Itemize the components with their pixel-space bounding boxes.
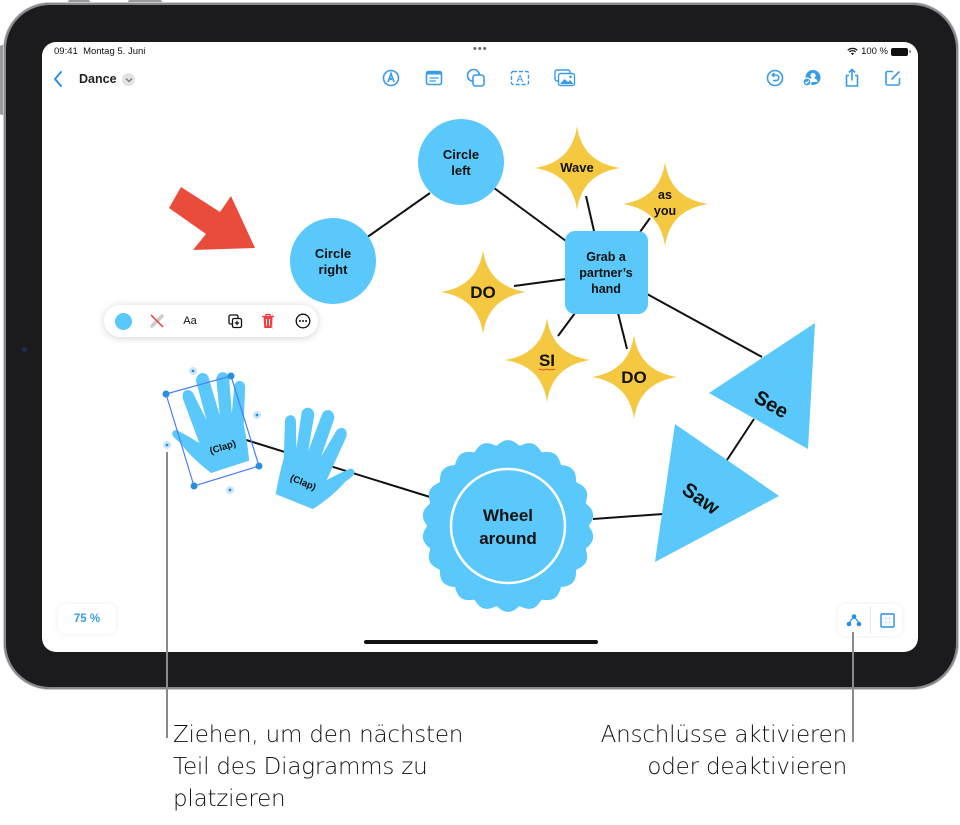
shape-context-menu: Aa <box>104 305 318 337</box>
si-label: SI <box>539 351 555 370</box>
shape-triangle-see[interactable]: See <box>709 323 815 449</box>
callout-right-line1: Anschlüsse aktivieren <box>600 722 848 748</box>
duplicate-icon <box>227 313 242 328</box>
grid-toggle-button[interactable] <box>871 604 903 636</box>
callout-left-line2: Teil des Diagramms zu <box>173 754 428 780</box>
shape-triangle-saw[interactable]: Saw <box>655 424 779 562</box>
shape-star-si[interactable]: SI <box>505 318 590 402</box>
ellipsis-circle-icon <box>295 313 311 329</box>
shape-star-do-2[interactable]: DO <box>592 335 677 419</box>
wave-label: Wave <box>560 160 593 175</box>
connector-see-saw[interactable] <box>726 418 755 461</box>
callout-right: Anschlüsse aktivieren oder deaktivieren <box>600 719 848 783</box>
connector-as-you-grab[interactable] <box>639 217 651 233</box>
trash-icon <box>262 313 274 328</box>
connection-nodes-icon <box>846 614 862 627</box>
resize-handle-br[interactable] <box>255 462 263 470</box>
as-you-line2: you <box>654 204 676 218</box>
color-swatch-icon <box>114 312 132 330</box>
resize-handle-bl[interactable] <box>190 482 198 490</box>
connector-wave-grab[interactable] <box>585 195 595 232</box>
do-1-label: DO <box>470 283 496 302</box>
delete-button[interactable] <box>258 311 278 331</box>
shape-star-wave[interactable]: Wave <box>535 126 620 210</box>
wheel-line2: around <box>479 529 537 548</box>
resize-handle-tr[interactable] <box>227 372 235 380</box>
freeform-screen: 09:41 Montag 5. Juni ••• 100 % Dance A C… <box>42 42 918 652</box>
shape-wheel-around[interactable]: Wheel around <box>422 440 594 612</box>
shape-circle-left[interactable]: Circle left <box>418 119 504 205</box>
view-controls <box>838 604 902 636</box>
leader-line-left <box>166 452 168 738</box>
board-canvas[interactable]: Circle left Circle right Grab a partner’… <box>42 42 918 652</box>
grab-line2: partner’s <box>579 266 633 280</box>
connector-do2-grab[interactable] <box>617 312 628 350</box>
resize-handle-tl[interactable] <box>162 390 170 398</box>
no-stroke-icon <box>150 314 164 328</box>
fill-color-button[interactable] <box>113 311 133 331</box>
grab-line1: Grab a <box>586 250 627 264</box>
connector-saw-wheel[interactable] <box>592 513 664 520</box>
circle-right-line1: Circle <box>315 246 351 261</box>
circle-right-line2: right <box>319 262 349 277</box>
callout-right-line2: oder deaktivieren <box>647 754 847 780</box>
as-you-line1: as <box>658 188 672 202</box>
shape-hand-clap-2[interactable]: (Clap) <box>258 396 373 518</box>
leader-line-right <box>852 632 854 742</box>
do-2-label: DO <box>621 368 647 387</box>
home-indicator[interactable] <box>364 640 598 644</box>
callout-left-line3: platzieren <box>173 786 286 812</box>
red-arrow-shape[interactable] <box>169 187 255 250</box>
grab-line3: hand <box>591 282 621 296</box>
shape-circle-right[interactable]: Circle right <box>290 218 376 304</box>
grid-icon <box>879 612 895 628</box>
wheel-line1: Wheel <box>483 506 533 525</box>
connector-si-grab[interactable] <box>557 312 576 337</box>
circle-left-line1: Circle <box>443 147 479 162</box>
connector-circle-left-grab[interactable] <box>493 187 567 242</box>
shape-star-do-1[interactable]: DO <box>441 250 526 334</box>
front-camera <box>22 347 27 352</box>
connector-do1-grab[interactable] <box>513 278 567 287</box>
zoom-level-button[interactable]: 75 % <box>58 604 116 634</box>
connector-grab-see[interactable] <box>646 293 763 358</box>
shape-grab-hand[interactable]: Grab a partner’s hand <box>565 231 648 314</box>
duplicate-button[interactable] <box>225 311 245 331</box>
stroke-button[interactable] <box>147 311 167 331</box>
callout-left-line1: Ziehen, um den nächsten <box>173 722 464 748</box>
circle-left-line2: left <box>451 163 471 178</box>
text-style-button[interactable]: Aa <box>180 311 200 331</box>
connections-toggle-button[interactable] <box>838 604 870 636</box>
callout-left: Ziehen, um den nächsten Teil des Diagram… <box>173 719 463 815</box>
connector-circle-right-circle-left[interactable] <box>365 192 431 239</box>
more-button[interactable] <box>293 311 313 331</box>
